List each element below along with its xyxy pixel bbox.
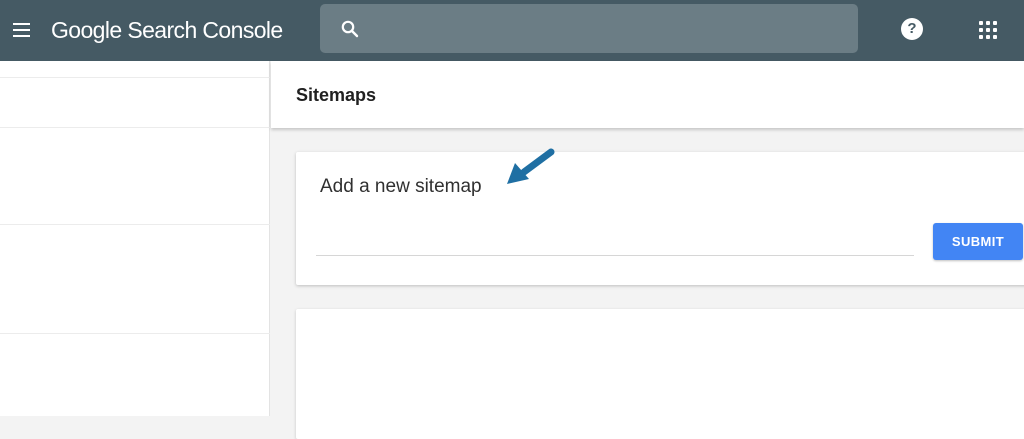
sidebar-divider [0, 333, 270, 334]
add-sitemap-title: Add a new sitemap [320, 176, 482, 197]
sidebar-nav [0, 61, 270, 416]
sidebar-divider [0, 127, 270, 128]
page-header: Sitemaps [271, 61, 1024, 128]
sitemap-url-input[interactable] [316, 232, 914, 256]
page-title: Sitemaps [296, 85, 377, 105]
top-app-bar: Google Search Console ? [0, 0, 1024, 61]
add-sitemap-card: Add a new sitemap SUBMIT [296, 152, 1024, 285]
sitemaps-list-card [296, 309, 1024, 439]
help-icon[interactable]: ? [901, 18, 923, 40]
arrow-pointer-icon [507, 148, 555, 184]
sidebar-divider [0, 77, 270, 78]
app-title[interactable]: Google Search Console [51, 16, 283, 44]
search-box[interactable] [320, 4, 858, 53]
hamburger-menu-icon[interactable] [11, 20, 33, 40]
search-input[interactable] [376, 14, 836, 43]
sidebar-divider [0, 224, 270, 225]
submit-button[interactable]: SUBMIT [933, 223, 1023, 260]
search-icon[interactable] [340, 19, 360, 39]
apps-grid-icon[interactable] [979, 21, 997, 39]
